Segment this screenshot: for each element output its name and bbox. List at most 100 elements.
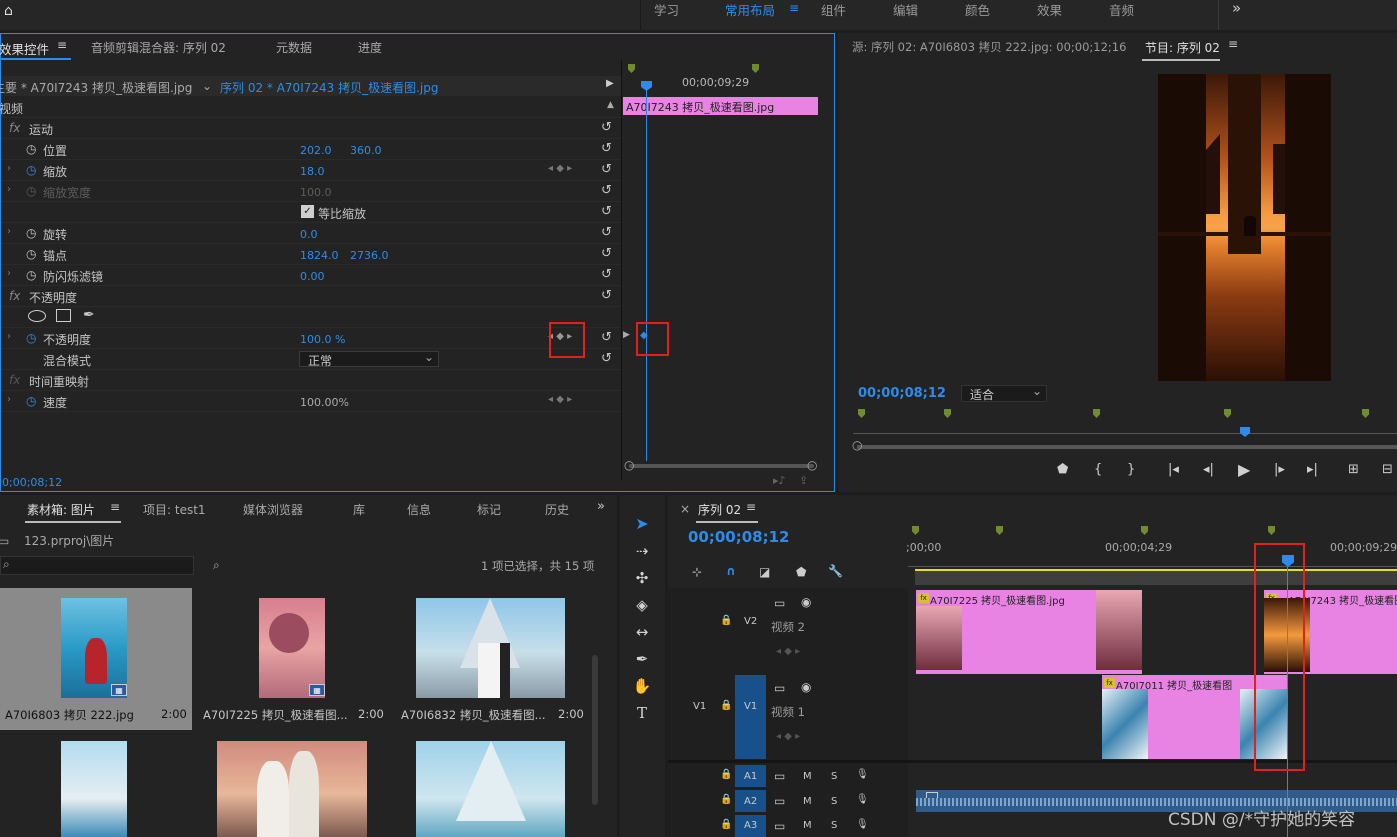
v1-source-patch[interactable] — [735, 675, 766, 759]
mute-button[interactable]: M — [803, 796, 812, 807]
track-source-v1[interactable]: V1 — [693, 701, 706, 712]
workspace-edit[interactable]: 编辑 — [893, 0, 918, 19]
scroll-handle-icon[interactable]: ○ — [624, 458, 634, 472]
stopwatch-icon[interactable]: ◷ — [26, 331, 36, 345]
thumbnail[interactable] — [416, 741, 565, 837]
reset-icon[interactable]: ↺ — [601, 162, 612, 177]
workspace-learn[interactable]: 学习 — [654, 0, 679, 19]
microphone-icon[interactable]: 🎙 — [856, 794, 869, 805]
toggle-sync-icon[interactable]: ▭ — [774, 596, 785, 610]
expand-arrow-icon[interactable]: › — [7, 268, 11, 279]
search-input[interactable]: ⌕ — [0, 556, 194, 575]
anchor-y-value[interactable]: 2736.0 — [350, 249, 389, 262]
lock-icon[interactable]: 🔒 — [720, 819, 732, 830]
thumbnail[interactable] — [61, 598, 127, 698]
master-clip-label[interactable]: 主要 * A70I7243 拷贝_极速看图.jpg — [0, 79, 192, 96]
keyframe-nav-icon[interactable]: ◂ ◆ ▸ — [776, 731, 800, 742]
workspace-overflow-icon[interactable]: » — [1232, 0, 1241, 17]
tab-info[interactable]: 信息 — [407, 501, 431, 518]
mini-scrollbar[interactable] — [629, 464, 814, 468]
stopwatch-icon[interactable]: ◷ — [26, 142, 36, 156]
snap-insert-icon[interactable]: ⊹ — [692, 565, 702, 579]
tab-effect-controls[interactable]: 效果控件 — [0, 39, 49, 58]
fx-icon[interactable]: fx — [9, 373, 20, 387]
rectangle-mask-icon[interactable] — [56, 309, 71, 322]
step-back-icon[interactable]: ◂| — [1203, 462, 1214, 477]
speed-value[interactable]: 100.00% — [300, 396, 349, 409]
type-tool-icon[interactable]: T — [631, 704, 653, 722]
solo-button[interactable]: S — [831, 771, 837, 782]
snap-icon[interactable]: ∩ — [726, 564, 736, 578]
tab-media-browser[interactable]: 媒体浏览器 — [243, 501, 303, 518]
track-label-a3[interactable]: A3 — [744, 820, 757, 831]
lock-icon[interactable]: 🔒 — [720, 700, 732, 711]
expand-arrow-icon[interactable]: › — [7, 394, 11, 405]
tab-menu-icon[interactable]: ≡ — [746, 500, 756, 514]
tab-history[interactable]: 历史 — [545, 501, 569, 518]
microphone-icon[interactable]: 🎙 — [856, 819, 869, 830]
antiflicker-value[interactable]: 0.00 — [300, 270, 325, 283]
close-tab-icon[interactable]: × — [680, 502, 690, 516]
collapse-icon[interactable]: ▲ — [607, 100, 614, 110]
reset-icon[interactable]: ↺ — [601, 351, 612, 366]
reset-icon[interactable]: ↺ — [601, 204, 612, 219]
tab-markers[interactable]: 标记 — [477, 501, 501, 518]
position-x-value[interactable]: 202.0 — [300, 144, 332, 157]
mark-out-icon[interactable]: } — [1127, 462, 1135, 477]
expand-arrow-icon[interactable]: › — [7, 163, 11, 174]
thumbnail[interactable] — [259, 598, 325, 698]
wrench-icon[interactable]: 🔧 — [828, 564, 843, 578]
solo-button[interactable]: S — [831, 796, 837, 807]
source-monitor-tab[interactable]: 源: 序列 02: A70I6803 拷贝 222.jpg: 00;00;12;… — [852, 39, 1126, 55]
clip-v2-a[interactable]: fx A70I7225 拷贝_极速看图.jpg — [916, 590, 1142, 674]
tab-progress[interactable]: 进度 — [358, 39, 382, 56]
ellipse-mask-icon[interactable] — [28, 310, 46, 322]
track-label-a1[interactable]: A1 — [744, 771, 757, 782]
overwrite-icon[interactable]: ⊟ — [1382, 462, 1393, 477]
reset-icon[interactable]: ↺ — [601, 246, 612, 261]
razor-tool-icon[interactable]: ◈ — [631, 596, 653, 614]
audio-only-icon[interactable]: ▸♪ — [773, 474, 786, 487]
reset-icon[interactable]: ↺ — [601, 141, 612, 156]
timeline-timecode[interactable]: 00;00;08;12 — [688, 528, 790, 546]
chevron-down-icon[interactable]: ⌄ — [202, 79, 212, 93]
linked-selection-icon[interactable]: ◪ — [759, 565, 770, 579]
keyframe-nav-icon[interactable]: ◂ ◆ ▸ — [548, 394, 572, 405]
mute-button[interactable]: M — [803, 771, 812, 782]
reset-icon[interactable]: ↺ — [601, 267, 612, 282]
tab-audio-mixer[interactable]: 音频剪辑混合器: 序列 02 — [91, 39, 226, 56]
mute-button[interactable]: M — [803, 820, 812, 831]
program-scrollbar[interactable] — [857, 445, 1397, 449]
opacity-value[interactable]: 100.0 % — [300, 333, 345, 346]
step-forward-icon[interactable]: |▸ — [1274, 462, 1285, 477]
thumbnail[interactable] — [217, 741, 367, 837]
lock-icon[interactable]: 🔒 — [720, 615, 732, 626]
keyframe-arrow-icon[interactable]: ▶ — [623, 330, 630, 340]
go-to-in-icon[interactable]: |◂ — [1168, 462, 1179, 477]
toggle-sync-icon[interactable]: ▭ — [774, 769, 785, 783]
toggle-sync-icon[interactable]: ▭ — [774, 794, 785, 808]
tab-project[interactable]: 项目: test1 — [143, 501, 206, 518]
track-label-a2[interactable]: A2 — [744, 796, 757, 807]
workspace-common[interactable]: 常用布局 — [725, 0, 775, 19]
fx-icon[interactable]: fx — [9, 121, 20, 135]
play-icon[interactable]: ▶ — [1238, 460, 1250, 479]
track-label-v2[interactable]: V2 — [744, 616, 757, 627]
tab-metadata[interactable]: 元数据 — [276, 39, 312, 56]
toggle-sync-icon[interactable]: ▭ — [774, 681, 785, 695]
stopwatch-icon[interactable]: ◷ — [26, 163, 36, 177]
reset-icon[interactable]: ↺ — [601, 288, 612, 303]
position-y-value[interactable]: 360.0 — [350, 144, 382, 157]
hand-tool-icon[interactable]: ✋ — [631, 677, 653, 695]
tab-menu-icon[interactable]: ≡ — [57, 38, 67, 52]
workspace-menu-icon[interactable]: ≡ — [789, 1, 799, 15]
sequence-clip-label[interactable]: 序列 02 * A70I7243 拷贝_极速看图.jpg — [220, 79, 438, 96]
blend-mode-dropdown[interactable]: 正常 ⌄ — [299, 350, 439, 368]
expand-arrow-icon[interactable]: › — [7, 331, 11, 342]
reset-icon[interactable]: ↺ — [601, 330, 612, 345]
tab-menu-icon[interactable]: ≡ — [1228, 37, 1238, 51]
find-icon[interactable]: ⌕ — [213, 558, 220, 573]
add-marker-icon[interactable]: ⬟ — [796, 565, 806, 579]
work-area-bar[interactable] — [915, 569, 1397, 585]
slip-tool-icon[interactable]: ↔ — [631, 623, 653, 641]
